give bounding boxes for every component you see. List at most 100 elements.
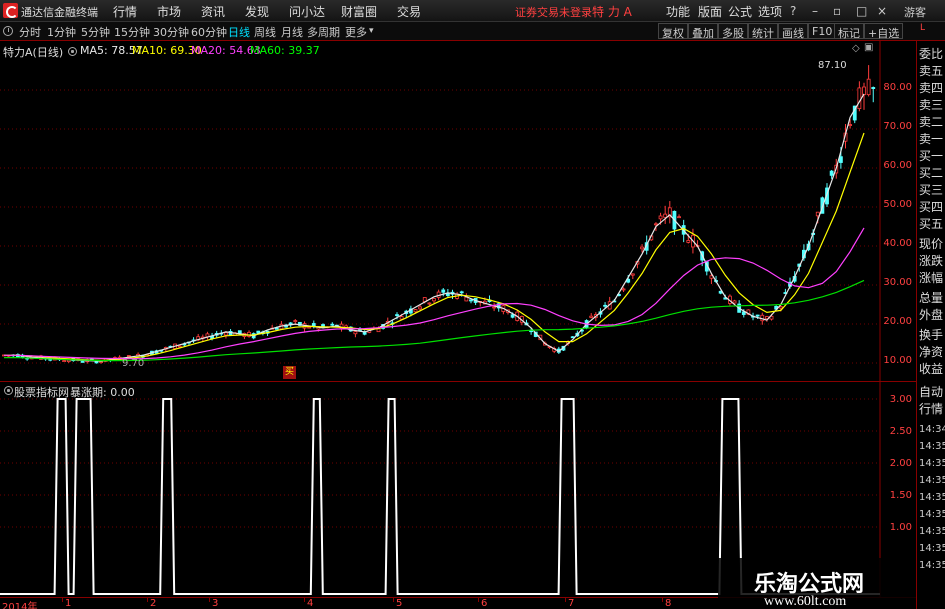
menu-market[interactable]: 市场 — [157, 3, 181, 20]
menu-options[interactable]: 选项 — [758, 3, 782, 20]
close-icon[interactable]: × — [877, 4, 887, 18]
tick-time: 14:34 — [919, 424, 945, 435]
price-label-20: 20.00 — [883, 316, 912, 327]
chart-toggle-icon[interactable]: ▣ — [864, 42, 873, 53]
xaxis-month-1: 1 — [65, 598, 72, 609]
period-daily[interactable]: 日线 — [228, 24, 250, 40]
login-status[interactable]: 证券交易未登录 — [515, 4, 592, 20]
btn-fuquan[interactable]: 复权 — [658, 23, 688, 40]
menu-trade[interactable]: 交易 — [397, 3, 421, 20]
guest-label[interactable]: 游客 — [904, 4, 926, 20]
xaxis-month-8: 8 — [665, 598, 672, 609]
candle-body — [177, 345, 182, 348]
btn-f10[interactable]: F10 — [808, 23, 837, 39]
panel-item-change: 涨跌 — [919, 254, 944, 268]
settings-icon[interactable] — [68, 47, 77, 56]
candle-body — [755, 314, 760, 317]
btn-multistock[interactable]: 多股 — [718, 23, 748, 40]
candle-body — [330, 323, 335, 326]
price-label-50: 50.00 — [883, 199, 912, 210]
indicator-value: 暴涨期: 0.00 — [70, 386, 135, 399]
app-title: 通达信金融终端 — [21, 6, 98, 19]
more-dropdown-icon[interactable]: ▾ — [369, 26, 374, 36]
period-5min[interactable]: 5分钟 — [81, 24, 110, 40]
xaxis-month-3: 3 — [212, 598, 219, 609]
price-label-30: 30.00 — [883, 277, 912, 288]
tick-time: 14:35 — [919, 509, 945, 520]
btn-add-favorite[interactable]: +自选 — [864, 23, 904, 40]
candle-body — [862, 86, 866, 96]
btn-overlay[interactable]: 叠加 — [688, 23, 718, 40]
menu-functions[interactable]: 功能 — [666, 3, 690, 20]
btn-draw[interactable]: 画线 — [778, 23, 808, 40]
menu-news[interactable]: 资讯 — [201, 3, 225, 20]
panel-item-sell2: 卖二 — [919, 115, 944, 129]
panel-item-sell3: 卖三 — [919, 98, 944, 112]
ind-label-2: 2.00 — [889, 458, 912, 469]
restore-icon[interactable]: ▫ — [833, 4, 841, 18]
menu-formula[interactable]: 公式 — [728, 3, 752, 20]
panel-item-buy2: 买二 — [919, 166, 944, 180]
indicator-settings-icon[interactable] — [4, 386, 13, 395]
panel-item-price: 现价 — [919, 237, 944, 251]
minimize-icon[interactable]: – — [812, 4, 818, 18]
menu-layout[interactable]: 版面 — [698, 3, 722, 20]
app-window: 通达信金融终端 行情 市场 资讯 发现 问小达 财富圈 交易 证券交易未登录 特… — [0, 0, 945, 609]
panel-auto-toggle[interactable]: 自动 — [919, 385, 943, 400]
period-weekly[interactable]: 周线 — [254, 24, 276, 40]
btn-mark[interactable]: 标记 — [834, 23, 864, 40]
kline-chart-panel[interactable]: 特力A(日线) MA5: 78.57 MA10: 69.30 MA20: 54.… — [0, 41, 916, 381]
ma10-line — [4, 132, 865, 361]
period-multi[interactable]: 多周期 — [307, 24, 340, 40]
maximize-icon[interactable]: □ — [856, 4, 867, 18]
period-1min[interactable]: 1分钟 — [47, 24, 76, 40]
candle-body — [829, 170, 834, 176]
candle-body — [395, 314, 399, 317]
menu-discover[interactable]: 发现 — [245, 3, 269, 20]
xaxis-year-label: 2014年 — [2, 602, 38, 609]
xaxis-tick — [147, 598, 148, 602]
panel-toggle-icon[interactable]: L — [920, 21, 925, 36]
panel-item-buy1: 买一 — [919, 149, 944, 163]
candle-body — [311, 323, 316, 327]
tick-time: 14:35 — [919, 492, 945, 503]
candle-body — [640, 246, 644, 250]
panel-item-turnover: 换手 — [919, 328, 944, 342]
period-more[interactable]: 更多 — [345, 24, 367, 40]
candle-body — [353, 331, 358, 335]
tick-time: 14:35 — [919, 560, 945, 571]
candle-body — [848, 124, 853, 126]
xaxis-tick — [662, 598, 663, 602]
menu-wealth[interactable]: 财富圈 — [341, 3, 377, 20]
candle-body — [732, 300, 737, 304]
panel-item-volume: 总量 — [919, 291, 944, 305]
panel-item-weibi: 委比 — [919, 47, 944, 61]
candle-body — [589, 315, 594, 318]
low-price-hint: 9.70 — [122, 358, 145, 369]
quote-side-panel: L 委比 卖五 卖四 卖三 卖二 卖一 买一 买二 买三 买四 买五 现价 涨跌… — [916, 23, 945, 609]
candle-body — [224, 332, 228, 336]
period-monthly[interactable]: 月线 — [281, 24, 303, 40]
period-15min[interactable]: 15分钟 — [114, 24, 150, 40]
help-icon[interactable]: ? — [790, 4, 796, 18]
panel-item-eps: 收益 — [919, 362, 944, 376]
period-30min[interactable]: 30分钟 — [153, 24, 189, 40]
site-watermark: 乐淘公式网 www.60lt.com — [718, 558, 916, 609]
app-logo-icon — [3, 3, 18, 18]
candle-body — [418, 306, 423, 310]
menu-ask[interactable]: 问小达 — [289, 3, 325, 20]
candle-body — [663, 213, 668, 218]
period-60min[interactable]: 60分钟 — [191, 24, 227, 40]
panel-item-sell4: 卖四 — [919, 81, 944, 95]
chart-pin-icon[interactable]: ◇ — [852, 43, 860, 54]
xaxis-month-6: 6 — [481, 598, 488, 609]
xaxis-tick — [565, 598, 566, 602]
panel-item-buy5: 买五 — [919, 217, 944, 231]
btn-stats[interactable]: 统计 — [748, 23, 778, 40]
kline-chart[interactable] — [0, 41, 916, 381]
ind-label-1-5: 1.50 — [889, 490, 912, 501]
menu-quotes[interactable]: 行情 — [113, 3, 137, 20]
candle-body — [62, 360, 67, 362]
candle-body — [307, 326, 312, 329]
period-timeshare[interactable]: 分时 — [19, 24, 41, 40]
